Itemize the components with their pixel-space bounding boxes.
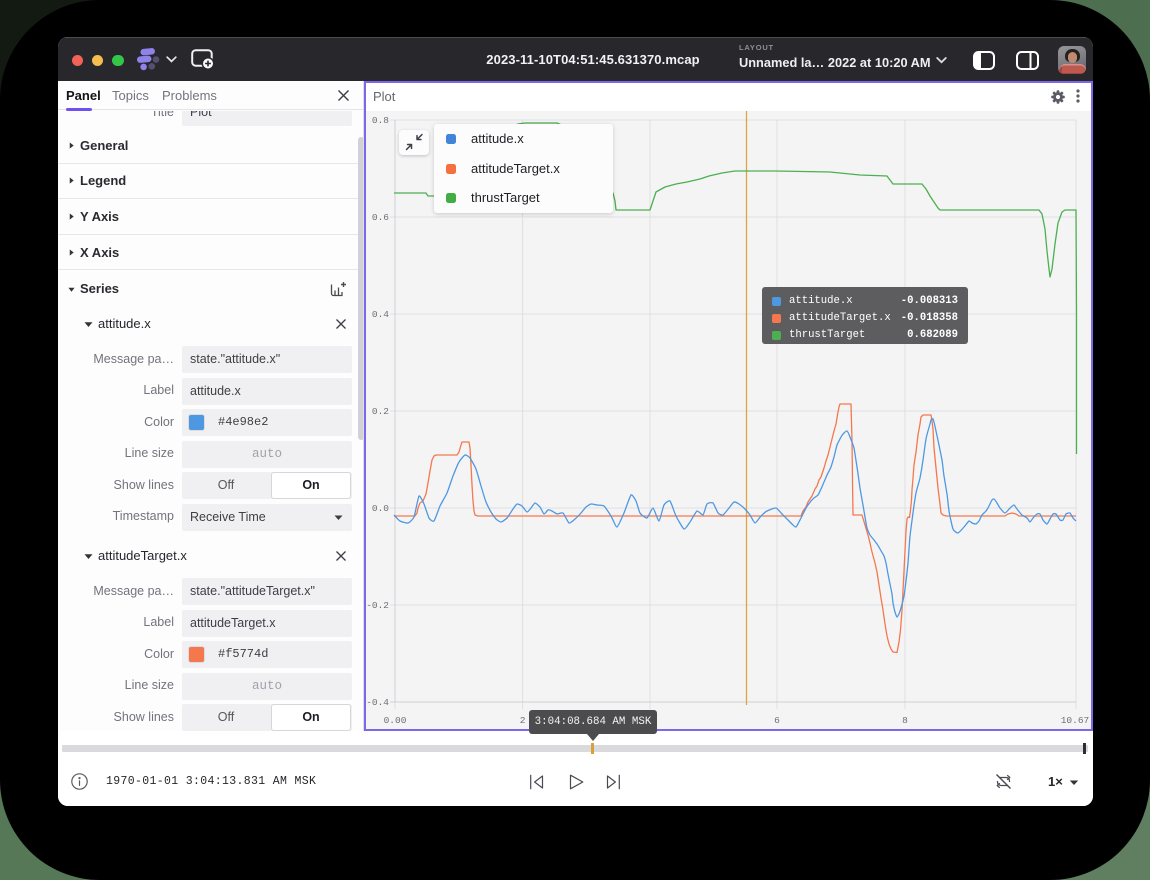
svg-text:0.0: 0.0 [372, 503, 389, 514]
svg-text:8: 8 [902, 715, 908, 726]
svg-text:-0.2: -0.2 [366, 600, 389, 611]
svg-text:6: 6 [774, 715, 780, 726]
svg-text:2: 2 [520, 715, 526, 726]
svg-text:0.4: 0.4 [372, 309, 389, 320]
svg-text:0.6: 0.6 [372, 212, 389, 223]
svg-text:0.8: 0.8 [372, 115, 389, 126]
svg-text:0.00: 0.00 [384, 715, 407, 726]
svg-text:10.67: 10.67 [1061, 715, 1090, 726]
svg-text:-0.4: -0.4 [366, 697, 389, 708]
svg-text:0.2: 0.2 [372, 406, 389, 417]
